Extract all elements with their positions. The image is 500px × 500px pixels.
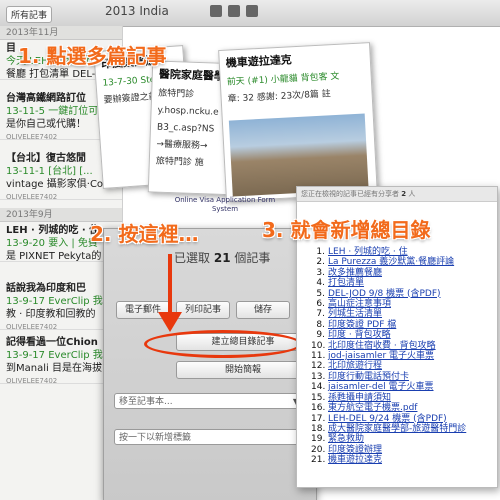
- presentation-button[interactable]: 開始簡報: [176, 361, 310, 379]
- share-icon[interactable]: [246, 5, 258, 17]
- toc-item-link[interactable]: 北印旅遊行程: [328, 361, 382, 371]
- toc-item-number: 14.: [311, 382, 326, 393]
- share-info-count: 2: [401, 190, 407, 198]
- toc-list: 1. LEH · 列城的吃 · 住 2. La Purezza 義沙默黨·餐廳評論 3.…: [311, 247, 466, 466]
- all-notes-button[interactable]: 所有記事: [6, 6, 53, 23]
- share-info-bar: 您正在檢視的記事已經有分享者 2 人: [297, 187, 497, 202]
- toc-item[interactable]: 11. jod-jaisamler 電子火車票: [311, 351, 466, 361]
- step1-annotation: 1. 點選多篇記事: [18, 44, 167, 68]
- toc-item[interactable]: 10. 北印度住宿收費 · 背包攻略: [311, 341, 466, 351]
- toc-item-link[interactable]: La Purezza 義沙默黨·餐廳評論: [328, 257, 454, 267]
- toc-item-link[interactable]: 印度 · 背包攻略: [328, 330, 391, 340]
- toc-item[interactable]: 19. 緊急救助: [311, 434, 466, 444]
- month-header: 2013年11月: [0, 26, 122, 40]
- toc-item-link[interactable]: 成大醫院家庭醫學部-旅遊醫特門診: [328, 424, 466, 434]
- toc-item[interactable]: 14. jaisamler-del 電子火車票: [311, 382, 466, 392]
- toolbar: 所有記事 2013 India: [0, 0, 500, 27]
- toc-item[interactable]: 5. DEL-JOD 9/8 機票 (含PDF): [311, 289, 466, 299]
- toc-item-number: 8.: [316, 319, 325, 330]
- toc-item-link[interactable]: jod-jaisamler 電子火車票: [328, 351, 434, 361]
- toc-item-number: 4.: [316, 278, 325, 289]
- toc-item[interactable]: 12. 北印旅遊行程: [311, 361, 466, 371]
- toc-item[interactable]: 9. 印度 · 背包攻略: [311, 330, 466, 340]
- toc-item-number: 16.: [311, 403, 326, 414]
- add-tag-field[interactable]: 按一下以新增標籤: [114, 429, 304, 445]
- toc-item-number: 13.: [311, 371, 326, 382]
- toc-item-link[interactable]: 孫甦攝申請須知: [328, 393, 391, 403]
- toc-item-link[interactable]: 緊急救助: [328, 434, 364, 444]
- share-info-prefix: 您正在檢視的記事已經有分享者: [301, 190, 399, 198]
- toc-item-link[interactable]: 改多推薦餐廳: [328, 268, 382, 278]
- evernote-window: 所有記事 2013 India 2013年11月 目 今天 LEH → 列城的吃…: [0, 0, 500, 500]
- save-button[interactable]: 儲存: [236, 301, 290, 319]
- toc-item[interactable]: 7. 列城生活清單: [311, 309, 466, 319]
- toc-item-link[interactable]: 北印度住宿收費 · 背包攻略: [328, 341, 436, 351]
- toc-item-number: 9.: [316, 330, 325, 341]
- toc-item-link[interactable]: 印度簽證 PDF 檔: [328, 320, 396, 330]
- toc-item[interactable]: 17. LEH-DEL 9/24 機票 (含PDF): [311, 414, 466, 424]
- toc-item-number: 1.: [316, 247, 325, 257]
- toc-item[interactable]: 2. La Purezza 義沙默黨·餐廳評論: [311, 257, 466, 267]
- selected-suffix: 個記事: [234, 251, 271, 265]
- toc-item[interactable]: 1. LEH · 列城的吃 · 住: [311, 247, 466, 257]
- toc-item[interactable]: 20. 印度簽證辦理: [311, 445, 466, 455]
- toolbar-icons: [210, 5, 258, 17]
- toc-item-number: 12.: [311, 361, 326, 372]
- landscape-photo: [228, 113, 369, 197]
- toc-item-number: 3.: [316, 267, 325, 278]
- step2-annotation: 2. 按這裡…: [90, 222, 199, 246]
- toc-item[interactable]: 6. 高山症注意事項: [311, 299, 466, 309]
- toc-item-number: 17.: [311, 413, 326, 424]
- move-to-notebook-select[interactable]: 移至記事本... ▼: [114, 393, 304, 409]
- selected-number: 21: [213, 251, 231, 265]
- toc-item[interactable]: 13. 印度行動電話預付卡: [311, 372, 466, 382]
- toc-item-number: 20.: [311, 444, 326, 455]
- toc-item-link[interactable]: LEH-DEL 9/24 機票 (含PDF): [328, 414, 447, 424]
- step3-annotation: 3. 就會新增總目錄: [262, 218, 431, 242]
- toc-item-link[interactable]: 列城生活清單: [328, 309, 382, 319]
- toc-item-number: 5.: [316, 288, 325, 299]
- toc-item-number: 2.: [316, 257, 325, 268]
- toc-item-link[interactable]: 印度簽證辦理: [328, 445, 382, 455]
- pointer-arrow: [158, 254, 182, 332]
- toc-item-link[interactable]: 打包清單: [328, 278, 364, 288]
- toc-item[interactable]: 18. 成大醫院家庭醫學部-旅遊醫特門診: [311, 424, 466, 434]
- toc-item-link[interactable]: 印度行動電話預付卡: [328, 372, 409, 382]
- move-placeholder: 移至記事本...: [119, 397, 173, 407]
- toc-item-link[interactable]: 機車遊拉達克: [328, 455, 382, 465]
- toc-item-link[interactable]: jaisamler-del 電子火車票: [328, 382, 434, 392]
- toc-item[interactable]: 8. 印度簽證 PDF 檔: [311, 320, 466, 330]
- toc-item-number: 10.: [311, 340, 326, 351]
- toc-item[interactable]: 3. 改多推薦餐廳: [311, 268, 466, 278]
- highlight-ellipse: [144, 330, 302, 358]
- share-info-suffix: 人: [408, 190, 416, 198]
- toc-item-number: 15.: [311, 392, 326, 403]
- toc-item-number: 6.: [316, 299, 325, 310]
- toc-item-number: 7.: [316, 309, 325, 320]
- visa-label: Online Visa Application Form System: [174, 196, 276, 213]
- notebook-title: 2013 India: [105, 4, 169, 18]
- note-card[interactable]: 機車遊拉達克 前天 (#1) 小龍貓 背包客 文 章: 32 感謝: 23次/8…: [218, 42, 378, 202]
- toc-item-number: 21.: [311, 455, 326, 466]
- toc-item[interactable]: 15. 孫甦攝申請須知: [311, 393, 466, 403]
- selection-panel: 已選取 21 個記事 電子郵件 列印記事 儲存 建立總目錄記事 開始簡報 移至記…: [103, 228, 317, 500]
- toc-item-link[interactable]: LEH · 列城的吃 · 住: [328, 247, 408, 257]
- tag-icon[interactable]: [228, 5, 240, 17]
- toc-item-link[interactable]: 高山症注意事項: [328, 299, 391, 309]
- toc-item-number: 11.: [311, 351, 326, 362]
- toc-item-link[interactable]: DEL-JOD 9/8 機票 (含PDF): [328, 289, 441, 299]
- toc-item[interactable]: 16. 東方航空電子機票.pdf: [311, 403, 466, 413]
- pin-icon[interactable]: [210, 5, 222, 17]
- toc-item-number: 18.: [311, 423, 326, 434]
- toc-item[interactable]: 21. 機車遊拉達克: [311, 455, 466, 465]
- note-author: OLIVELEE7402: [6, 193, 58, 200]
- toc-item-number: 19.: [311, 434, 326, 445]
- toc-item[interactable]: 4. 打包清單: [311, 278, 466, 288]
- toc-item-link[interactable]: 東方航空電子機票.pdf: [328, 403, 417, 413]
